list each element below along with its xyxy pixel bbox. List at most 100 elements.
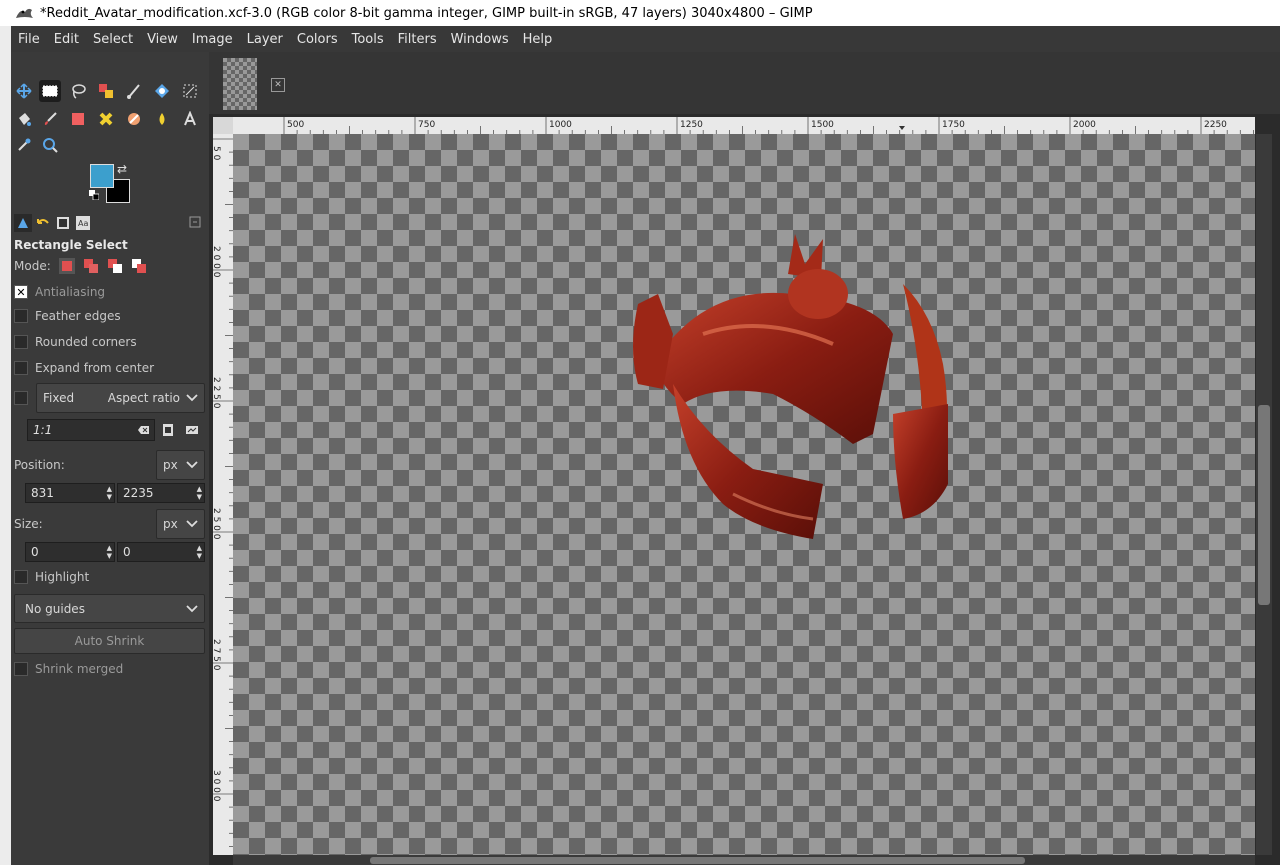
size-width-input[interactable]: 0 ▲ ▼ (25, 542, 115, 562)
fixed-option-dropdown[interactable]: Fixed Aspect ratio (36, 383, 205, 413)
menu-bar: File Edit Select View Image Layer Colors… (11, 26, 1280, 52)
size-height-input[interactable]: 0 ▲ ▼ (117, 542, 205, 562)
shrink-merged-checkbox[interactable] (14, 662, 28, 676)
auto-shrink-label: Auto Shrink (74, 634, 145, 648)
tool-options-tab-icon[interactable] (14, 214, 32, 232)
heal-icon[interactable] (95, 108, 117, 130)
menu-edit[interactable]: Edit (47, 32, 86, 47)
rect-select-icon[interactable] (39, 80, 61, 102)
horizontal-ruler[interactable]: 500 750 1000 1250 1500 1750 2000 2250 (233, 117, 1255, 134)
mode-subtract-icon[interactable] (107, 258, 123, 274)
dodge-icon[interactable] (151, 108, 173, 130)
foreground-color-swatch[interactable] (90, 164, 114, 188)
crop-icon[interactable] (123, 80, 145, 102)
rounded-corners-row[interactable]: Rounded corners (14, 335, 137, 349)
menu-windows[interactable]: Windows (444, 32, 516, 47)
expand-from-center-row[interactable]: Expand from center (14, 361, 154, 375)
images-tab-icon[interactable] (54, 214, 72, 232)
ruler-label: 1250 (680, 120, 703, 130)
text-icon[interactable] (179, 108, 201, 130)
position-x-input[interactable]: 831 ▲ ▼ (25, 483, 115, 503)
smudge-icon[interactable] (123, 108, 145, 130)
rounded-corners-checkbox[interactable] (14, 335, 28, 349)
guides-dropdown[interactable]: No guides (14, 594, 205, 623)
menu-tools[interactable]: Tools (345, 32, 391, 47)
mode-replace-icon[interactable] (58, 258, 75, 274)
chevron-down-icon (186, 394, 198, 402)
menu-image[interactable]: Image (185, 32, 240, 47)
lasso-icon[interactable] (67, 80, 89, 102)
position-unit-dropdown[interactable]: px (156, 450, 205, 480)
swap-colors-icon[interactable]: ⇄ (117, 162, 127, 176)
feather-edges-checkbox[interactable] (14, 309, 28, 323)
bucket-fill-icon[interactable] (13, 108, 35, 130)
mode-row: Mode: (14, 258, 147, 274)
size-unit: px (163, 517, 178, 531)
menu-view[interactable]: View (140, 32, 185, 47)
image-thumbnail[interactable] (223, 58, 257, 110)
mode-add-icon[interactable] (83, 258, 99, 274)
spin-arrows-icon[interactable]: ▲ ▼ (197, 485, 202, 501)
highlight-row[interactable]: Highlight (14, 570, 89, 584)
shrink-merged-row[interactable]: Shrink merged (14, 662, 123, 676)
spin-arrows-icon[interactable]: ▲ ▼ (107, 544, 112, 560)
transform-icon[interactable] (179, 80, 201, 102)
ruler-label: 2 5 0 0 (213, 508, 221, 540)
menu-colors[interactable]: Colors (290, 32, 345, 47)
zoom-icon[interactable] (39, 134, 61, 156)
spin-arrows-icon[interactable]: ▲ ▼ (197, 544, 202, 560)
move-tool-icon[interactable] (13, 80, 35, 102)
ruler-label: 2000 (1073, 120, 1096, 130)
clear-field-icon[interactable] (138, 425, 150, 435)
window-titlebar: *Reddit_Avatar_modification.xcf-3.0 (RGB… (0, 0, 1280, 26)
undo-history-tab-icon[interactable] (34, 214, 52, 232)
fonts-tab-icon[interactable]: Aa (74, 214, 92, 232)
image-canvas[interactable] (233, 134, 1255, 855)
helmet-artwork (633, 234, 948, 539)
antialiasing-checkbox[interactable]: ✕ (14, 285, 28, 299)
eraser-icon[interactable] (67, 108, 89, 130)
chevron-down-icon (186, 520, 198, 528)
expand-from-center-checkbox[interactable] (14, 361, 28, 375)
fixed-row (14, 391, 35, 405)
ratio-input[interactable]: 1:1 (27, 419, 155, 441)
mode-intersect-icon[interactable] (131, 258, 147, 274)
ruler-label: 3 0 0 0 (213, 770, 221, 802)
chevron-down-icon (186, 604, 198, 612)
position-y-input[interactable]: 2235 ▲ ▼ (117, 483, 205, 503)
position-unit: px (163, 458, 178, 472)
feather-edges-label: Feather edges (35, 309, 121, 323)
menu-layer[interactable]: Layer (240, 32, 290, 47)
vertical-scrollbar-thumb[interactable] (1258, 405, 1270, 605)
ruler-corner[interactable] (213, 117, 233, 134)
color-picker-icon[interactable] (13, 134, 35, 156)
menu-help[interactable]: Help (516, 32, 560, 47)
vertical-ruler[interactable]: 5 0 2 0 0 0 2 2 5 0 2 5 0 0 2 7 5 0 3 0 … (213, 134, 233, 855)
auto-shrink-button[interactable]: Auto Shrink (14, 628, 205, 654)
reset-colors-icon[interactable] (89, 190, 99, 200)
warp-icon[interactable] (151, 80, 173, 102)
tool-options-title: Rectangle Select (14, 238, 128, 252)
svg-text:Aa: Aa (78, 219, 88, 228)
menu-file[interactable]: File (11, 32, 47, 47)
position-x-value: 831 (31, 486, 54, 500)
highlight-checkbox[interactable] (14, 570, 28, 584)
menu-select[interactable]: Select (86, 32, 140, 47)
paintbrush-icon[interactable] (39, 108, 61, 130)
guides-value: No guides (25, 601, 85, 616)
close-image-icon[interactable]: ✕ (271, 78, 285, 92)
size-unit-dropdown[interactable]: px (156, 509, 205, 539)
foreground-select-icon[interactable] (95, 80, 117, 102)
size-label-row: Size: (14, 517, 43, 531)
feather-edges-row[interactable]: Feather edges (14, 309, 121, 323)
antialiasing-row[interactable]: ✕ Antialiasing (14, 285, 105, 299)
configure-tab-icon[interactable] (189, 216, 201, 228)
ruler-label: 750 (418, 120, 435, 130)
portrait-icon[interactable] (162, 423, 174, 437)
ruler-label: 2 7 5 0 (213, 639, 221, 671)
fixed-checkbox[interactable] (14, 391, 28, 405)
spin-arrows-icon[interactable]: ▲ ▼ (107, 485, 112, 501)
landscape-icon[interactable] (185, 425, 199, 435)
horizontal-scrollbar-thumb[interactable] (370, 857, 1025, 864)
menu-filters[interactable]: Filters (391, 32, 444, 47)
